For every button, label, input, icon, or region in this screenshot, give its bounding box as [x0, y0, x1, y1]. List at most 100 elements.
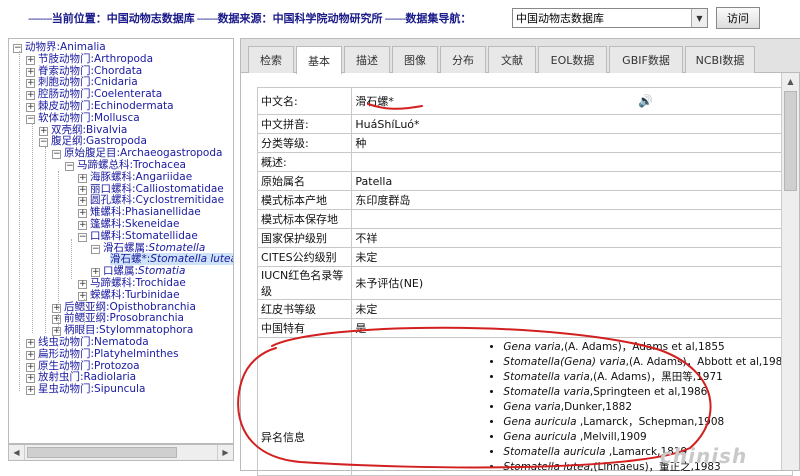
tree-node-label[interactable]: 海豚螺科:Angariidae	[90, 171, 192, 183]
tree-node[interactable]: + 棘皮动物门:Echinodermata	[26, 100, 174, 112]
expand-icon[interactable]: +	[39, 126, 48, 136]
collapse-icon[interactable]: −	[65, 162, 74, 171]
tree-node-label[interactable]: 动物界:Animalia	[25, 41, 106, 53]
tree-node-label[interactable]: 节肢动物门:Arthropoda	[38, 53, 153, 65]
collapse-icon[interactable]: −	[26, 114, 35, 124]
collapse-icon[interactable]: −	[52, 150, 61, 160]
scroll-up-icon[interactable]: ▲	[782, 73, 799, 89]
expand-icon[interactable]: +	[52, 303, 61, 313]
expand-icon[interactable]: +	[26, 103, 35, 112]
expand-icon[interactable]: +	[78, 173, 87, 183]
tree-node-label[interactable]: 圆孔螺科:Cyclostremitidae	[90, 194, 224, 206]
tree-node[interactable]: − 腹足纲:Gastropoda	[39, 135, 147, 148]
collapse-icon[interactable]: −	[39, 138, 48, 148]
tree-horizontal-scrollbar[interactable]: ◀ ▶	[8, 444, 234, 461]
tree-node-label[interactable]: 刺胞动物门:Cnidaria	[38, 76, 138, 88]
tab-item[interactable]: 文献	[488, 46, 536, 73]
tree-node-label[interactable]: 扁形动物门:Platyhelminthes	[38, 348, 179, 360]
tab-item[interactable]: 描述	[344, 46, 390, 73]
tree-node-label[interactable]: 放射虫门:Radiolaria	[38, 371, 136, 383]
expand-icon[interactable]: +	[52, 327, 61, 337]
tree-node-label[interactable]: 原生动物门:Protozoa	[38, 360, 140, 372]
tree-node-label[interactable]: 星虫动物门:Sipuncula	[38, 383, 145, 395]
tab-item[interactable]: 基本	[296, 46, 342, 74]
tree-node[interactable]: + 双壳纲:Bivalvia	[39, 124, 127, 136]
chevron-down-icon[interactable]: ▼	[691, 9, 707, 27]
tree-node[interactable]: + 节肢动物门:Arthropoda	[26, 53, 153, 65]
scroll-right-icon[interactable]: ▶	[217, 445, 233, 460]
tree-node[interactable]: + 星虫动物门:Sipuncula	[26, 383, 145, 396]
expand-icon[interactable]: +	[78, 185, 87, 195]
tree-node-label[interactable]: 腹足纲:Gastropoda	[51, 135, 147, 147]
expand-icon[interactable]: +	[78, 209, 87, 219]
tree-node[interactable]: + 马蹄螺科:Trochidae	[78, 277, 186, 289]
tree-node[interactable]: + 刺胞动物门:Cnidaria	[26, 76, 138, 89]
tree-node[interactable]: + 扁形动物门:Platyhelminthes	[26, 348, 179, 360]
tree-node[interactable]: + 柄眼目:Stylommatophora	[52, 324, 193, 337]
tree-node[interactable]: + 脊索动物门:Chordata	[26, 65, 142, 77]
tree-node-label[interactable]: 软体动物门:Mollusca	[38, 112, 140, 124]
expand-icon[interactable]: +	[91, 268, 100, 278]
expand-icon[interactable]: +	[26, 91, 35, 101]
tree-node[interactable]: + 雉螺科:Phasianellidae	[78, 206, 201, 219]
tab-item[interactable]: 检索	[248, 46, 294, 73]
expand-icon[interactable]: +	[78, 221, 87, 230]
scrollbar-thumb[interactable]	[27, 447, 177, 458]
tree-node-label[interactable]: 前鳃亚纲:Prosobranchia	[64, 312, 184, 324]
tree-node-label[interactable]: 雉螺科:Phasianellidae	[90, 206, 201, 218]
dataset-select[interactable]: 中国动物志数据库 ▼	[512, 8, 708, 28]
tree-node[interactable]: − 动物界:Animalia	[13, 41, 106, 53]
tree-node[interactable]: + 放射虫门:Radiolaria	[26, 371, 136, 384]
tab-item[interactable]: NCBI数据	[685, 46, 755, 73]
tree-node[interactable]: − 口螺科:Stomatellidae	[78, 230, 198, 242]
tree-node[interactable]: + 原生动物门:Protozoa	[26, 360, 140, 372]
tree-node-label[interactable]: 滑石螺*:Stomatella lutea	[110, 253, 233, 266]
tree-node-label[interactable]: 线虫动物门:Nematoda	[38, 336, 149, 348]
tree-node[interactable]: 滑石螺*:Stomatella lutea	[104, 253, 233, 266]
tree-node[interactable]: + 线虫动物门:Nematoda	[26, 336, 149, 348]
tree-node[interactable]: + 后鳃亚纲:Opisthobranchia	[52, 301, 196, 313]
tree-node-label[interactable]: 丽口螺科:Calliostomatidae	[90, 183, 224, 195]
tree-node-label[interactable]: 蝾螺科:Turbinidae	[90, 289, 180, 301]
tree-node[interactable]: + 口螺属:Stomatia	[91, 265, 185, 278]
tree-node[interactable]: − 马蹄螺总科:Trochacea	[65, 159, 186, 171]
expand-icon[interactable]: +	[26, 374, 35, 384]
expand-icon[interactable]: +	[78, 197, 87, 207]
collapse-icon[interactable]: −	[91, 244, 100, 254]
tree-node-label[interactable]: 口螺属:Stomatia	[103, 265, 185, 277]
tree-node-label[interactable]: 双壳纲:Bivalvia	[51, 124, 127, 136]
taxonomy-tree[interactable]: − 动物界:Animalia + 节肢动物门:Arthropoda + 脊索动物门:Cho…	[8, 38, 234, 444]
tab-item[interactable]: EOL数据	[538, 46, 607, 73]
visit-button[interactable]: 访问	[716, 7, 760, 29]
tree-node[interactable]: + 丽口螺科:Calliostomatidae	[78, 183, 224, 195]
expand-icon[interactable]: +	[26, 350, 35, 360]
tree-node[interactable]: + 篷螺科:Skeneidae	[78, 218, 179, 230]
tab-item[interactable]: GBIF数据	[609, 46, 683, 73]
tab-item[interactable]: 分布	[440, 46, 486, 73]
tree-node-label[interactable]: 篷螺科:Skeneidae	[90, 218, 179, 230]
collapse-icon[interactable]: −	[78, 232, 87, 242]
tree-node[interactable]: + 海豚螺科:Angariidae	[78, 171, 192, 183]
tree-node[interactable]: − 滑石螺属:Stomatella	[91, 242, 205, 254]
tree-node[interactable]: + 前鳃亚纲:Prosobranchia	[52, 312, 184, 325]
tree-node[interactable]: + 蝾螺科:Turbinidae	[78, 289, 180, 301]
tree-node[interactable]: + 圆孔螺科:Cyclostremitidae	[78, 194, 224, 207]
scrollbar-thumb[interactable]	[784, 91, 797, 191]
scroll-left-icon[interactable]: ◀	[9, 445, 25, 460]
expand-icon[interactable]: +	[78, 280, 87, 289]
tree-node-label[interactable]: 滑石螺属:Stomatella	[103, 242, 205, 254]
speaker-icon[interactable]: 🔊	[638, 94, 653, 108]
expand-icon[interactable]: +	[26, 386, 35, 396]
expand-icon[interactable]: +	[52, 315, 61, 325]
tree-node-label[interactable]: 马蹄螺总科:Trochacea	[77, 159, 186, 171]
expand-icon[interactable]: +	[26, 67, 35, 77]
tree-node-label[interactable]: 原始腹足目:Archaeogastropoda	[64, 147, 222, 159]
tab-item[interactable]: 图像	[392, 46, 438, 73]
expand-icon[interactable]: +	[26, 339, 35, 348]
tree-node[interactable]: − 原始腹足目:Archaeogastropoda	[52, 147, 222, 160]
tree-node-label[interactable]: 棘皮动物门:Echinodermata	[38, 100, 174, 112]
tree-node-label[interactable]: 口螺科:Stomatellidae	[90, 230, 198, 242]
detail-vertical-scrollbar[interactable]: ▲	[781, 73, 799, 470]
tree-node-label[interactable]: 马蹄螺科:Trochidae	[90, 277, 186, 289]
collapse-icon[interactable]: −	[13, 44, 22, 53]
